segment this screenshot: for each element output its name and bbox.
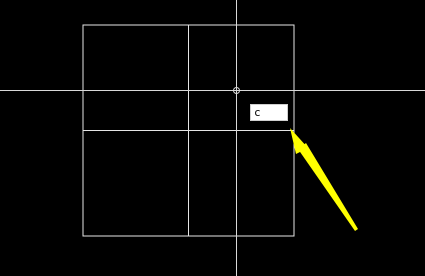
dynamic-input-value: c (254, 106, 261, 119)
drawing-viewport[interactable]: c (0, 0, 425, 276)
arrow-pointer-icon (290, 128, 358, 231)
drawing-canvas[interactable] (0, 0, 425, 276)
crosshair-pickbox-icon (0, 0, 425, 276)
arrow-shaft (298, 143, 358, 231)
grid-rectangle[interactable] (82, 24, 295, 237)
dynamic-input-field[interactable]: c (250, 104, 288, 121)
